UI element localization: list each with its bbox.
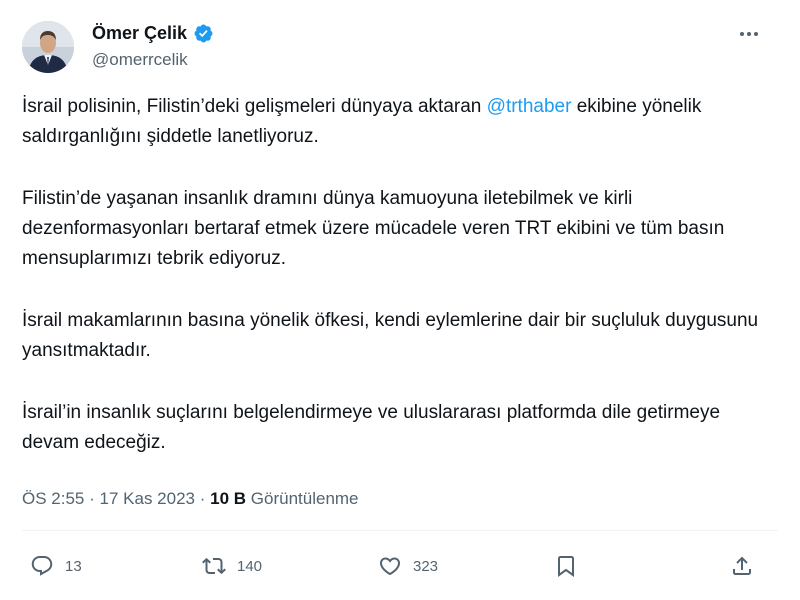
like-button[interactable]: 323 [378, 552, 438, 580]
reply-count: 13 [65, 557, 82, 575]
share-icon [733, 556, 751, 575]
tweet-paragraph: İsrail polisinin, Filistin’deki gelişmel… [22, 92, 772, 152]
meta-separator: · [199, 489, 206, 508]
profile-photo [22, 21, 74, 73]
retweet-icon [202, 557, 226, 575]
verified-badge-icon [193, 23, 214, 44]
author-handle[interactable]: @omerrcelik [92, 49, 188, 71]
dot [754, 32, 758, 36]
avatar[interactable] [22, 21, 74, 73]
retweet-button[interactable]: 140 [202, 552, 262, 580]
reply-button[interactable]: 13 [30, 552, 82, 580]
tweet-paragraph: İsrail makamlarının basına yönelik öfkes… [22, 310, 759, 361]
heart-icon [379, 557, 401, 576]
tweet-text: İsrail polisinin, Filistin’deki gelişmel… [22, 92, 772, 458]
more-options-icon[interactable] [736, 24, 762, 44]
dot [740, 32, 744, 36]
action-bar: 13 140 323 [0, 552, 800, 580]
bookmark-icon [558, 556, 574, 577]
paragraph-text: İsrail polisinin, Filistin’deki gelişmel… [22, 96, 487, 117]
reply-icon [31, 556, 53, 576]
views-count: 10 B [210, 489, 247, 508]
tweet-meta: ÖS 2:55 · 17 Kas 2023 · 10 B Görüntülenm… [22, 487, 359, 511]
share-button[interactable] [730, 552, 754, 580]
meta-separator: · [89, 489, 95, 508]
tweet-time[interactable]: ÖS 2:55 [22, 489, 84, 508]
retweet-count: 140 [237, 557, 263, 575]
mention-link[interactable]: @trthaber [487, 96, 572, 117]
views-label: Görüntülenme [250, 489, 359, 508]
tweet-paragraph: İsrail’in insanlık suçlarını belgelendir… [22, 402, 721, 453]
bookmark-button[interactable] [554, 552, 578, 580]
author-name-row: Ömer Çelik [92, 22, 214, 44]
divider [22, 530, 778, 531]
tweet-paragraph: Filistin’de yaşanan insanlık dramını dün… [22, 188, 725, 269]
tweet-date[interactable]: 17 Kas 2023 [100, 489, 195, 508]
dot [747, 32, 751, 36]
tweet-card: Ömer Çelik @omerrcelik İsrail polisinin,… [0, 0, 800, 600]
like-count: 323 [413, 557, 439, 575]
display-name[interactable]: Ömer Çelik [92, 22, 187, 44]
